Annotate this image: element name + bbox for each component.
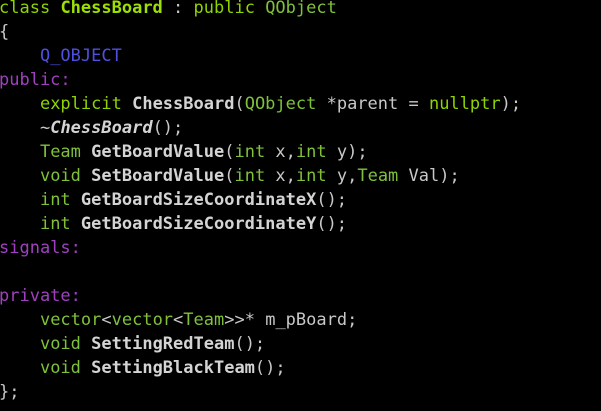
code-line-13: private: (0, 286, 600, 310)
param-name: *parent = (316, 94, 429, 114)
param-type: Team (357, 166, 399, 186)
base-class: QObject (265, 0, 337, 18)
class-name: ChessBoard (60, 0, 163, 18)
code-line-8: void SetBoardValue(int x,int y,Team Val)… (0, 166, 600, 190)
inheritance-colon: : (162, 0, 194, 18)
angle-open: < (101, 310, 112, 330)
return-type: void (39, 166, 81, 186)
default-value: nullptr (428, 94, 501, 114)
method-name: GetBoardValue (91, 142, 225, 162)
paren-close: ); (439, 166, 460, 186)
call-parens: (); (254, 358, 286, 378)
return-type: int (39, 190, 71, 210)
paren-close: ); (347, 142, 368, 162)
method-name: SetBoardValue (91, 166, 225, 186)
param-name: y, (326, 166, 358, 186)
return-type: void (39, 358, 81, 378)
member-variable: m_pBoard; (265, 310, 358, 330)
access-signals: signals: (0, 238, 81, 258)
code-line-4: public: (0, 70, 600, 94)
method-name: GetBoardSizeCoordinateX (80, 190, 317, 210)
code-line-2: { (0, 22, 600, 46)
open-brace: { (0, 22, 10, 42)
code-line-10: int GetBoardSizeCoordinateY(); (0, 214, 600, 238)
code-line-5: explicit ChessBoard(QObject *parent = nu… (0, 94, 600, 118)
call-parens: (); (316, 190, 348, 210)
param-type: int (295, 166, 327, 186)
template-type: vector (39, 310, 102, 330)
paren-open: ( (234, 94, 245, 114)
code-line-9: int GetBoardSizeCoordinateX(); (0, 190, 600, 214)
param-name: y (326, 142, 348, 162)
code-editor[interactable]: class ChessBoard : public QObject { Q_OB… (0, 0, 601, 411)
paren-open: ( (224, 142, 235, 162)
code-line-3: Q_OBJECT (0, 46, 600, 70)
param-type: int (295, 142, 327, 162)
tilde: ~ (39, 118, 51, 138)
paren-close: ); (500, 94, 522, 114)
keyword-explicit: explicit (39, 94, 122, 114)
constructor-name: ChessBoard (132, 94, 235, 114)
access-public: public: (0, 70, 71, 90)
return-type: Team (39, 142, 81, 162)
angle-close: >>* (224, 310, 266, 330)
param-type: QObject (244, 94, 317, 114)
param-name: Val (398, 166, 440, 186)
method-name: SettingBlackTeam (91, 358, 255, 378)
call-parens: (); (234, 334, 266, 354)
paren-open: ( (224, 166, 235, 186)
method-name: GetBoardSizeCoordinateY (80, 214, 317, 234)
code-line-7: Team GetBoardValue(int x,int y); (0, 142, 600, 166)
return-type: int (39, 214, 71, 234)
keyword-public: public (193, 0, 255, 18)
template-type: vector (111, 310, 174, 330)
code-line-11: signals: (0, 238, 600, 262)
param-type: int (234, 142, 266, 162)
code-line-6: ~ChessBoard(); (0, 118, 600, 142)
angle-open: < (173, 310, 184, 330)
code-line-1: class ChessBoard : public QObject (0, 0, 600, 22)
return-type: void (39, 334, 81, 354)
access-private: private: (0, 286, 81, 306)
param-type: int (234, 166, 266, 186)
template-type: Team (183, 310, 225, 330)
param-name: x, (265, 142, 296, 162)
close-brace: }; (0, 382, 20, 402)
method-name: SettingRedTeam (91, 334, 235, 354)
keyword-class: class (0, 0, 51, 18)
call-parens: (); (316, 214, 348, 234)
destructor-name: ChessBoard (50, 118, 153, 138)
call-parens: (); (152, 118, 184, 138)
macro-q-object: Q_OBJECT (39, 46, 122, 66)
code-line-14: vector<vector<Team>>* m_pBoard; (0, 310, 600, 334)
code-line-15: void SettingRedTeam(); (0, 334, 600, 358)
code-line-16: void SettingBlackTeam(); (0, 358, 600, 382)
code-line-17: }; (0, 382, 600, 406)
param-name: x, (265, 166, 296, 186)
